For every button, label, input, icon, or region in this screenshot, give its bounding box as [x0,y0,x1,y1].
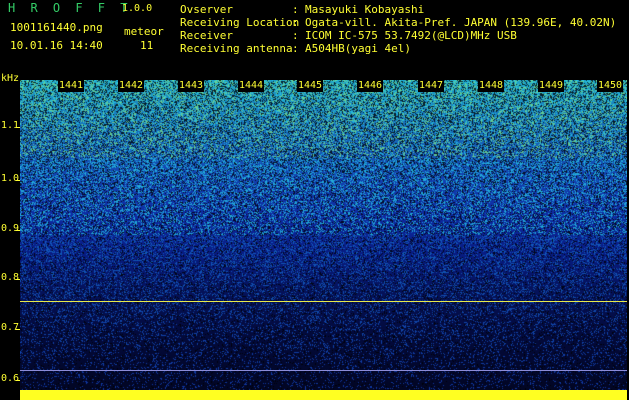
location-colon: : [292,16,299,29]
antenna-colon: : [292,42,299,55]
y-tick-mark [16,230,20,231]
y-tick-mark [16,180,20,181]
y-tick-1-1: 1.1 [1,120,20,131]
spectrogram-noise [20,80,627,390]
meteor-count: 11 [140,39,154,52]
x-tick-1443: 1443 [178,80,205,92]
y-tick-0-9: 0.9 [1,223,20,234]
x-tick-1448: 1448 [478,80,505,92]
y-tick-mark [16,329,20,330]
x-tick-1449: 1449 [538,80,565,92]
observer-key: Ovserver [180,3,233,16]
x-tick-1450: 1450 [597,80,624,92]
x-tick-1441: 1441 [58,80,85,92]
observer-colon: : [292,3,299,16]
receiver-key: Receiver [180,29,233,42]
app-title: H R O F F T [8,1,132,15]
y-tick-mark [16,279,20,280]
file-name: 1001161440.png [10,21,103,34]
reference-line-yellow [20,301,627,302]
receiver-colon: : [292,29,299,42]
y-tick-0-7: 0.7 [1,322,20,333]
y-axis-unit: kHz [1,73,20,84]
y-tick-mark [16,380,20,381]
app-version: 1.0.0 [122,3,153,14]
reference-line-blue [20,370,627,371]
y-tick-mark [16,127,20,128]
location-key: Receiving Location [180,16,300,29]
x-tick-1444: 1444 [238,80,265,92]
x-tick-1447: 1447 [418,80,445,92]
antenna-key: Receiving antenna [180,42,293,55]
y-tick-0-8: 0.8 [1,272,20,283]
y-tick-1-0: 1.0 [1,173,20,184]
x-tick-1445: 1445 [297,80,324,92]
x-tick-1446: 1446 [357,80,384,92]
spectrogram [20,80,627,390]
location-value: Ogata-vill. Akita-Pref. JAPAN (139.96E, … [305,16,617,29]
antenna-value: A504HB(yagi 4el) [305,42,411,55]
baseline-bar [20,390,627,400]
receiver-value: ICOM IC-575 53.7492(@LCD)MHz USB [305,29,517,42]
y-tick-0-6: 0.6 [1,373,20,384]
date-time: 10.01.16 14:40 [10,39,103,52]
observer-value: Masayuki Kobayashi [305,3,425,16]
meteor-label: meteor [124,25,164,38]
x-tick-1442: 1442 [118,80,145,92]
